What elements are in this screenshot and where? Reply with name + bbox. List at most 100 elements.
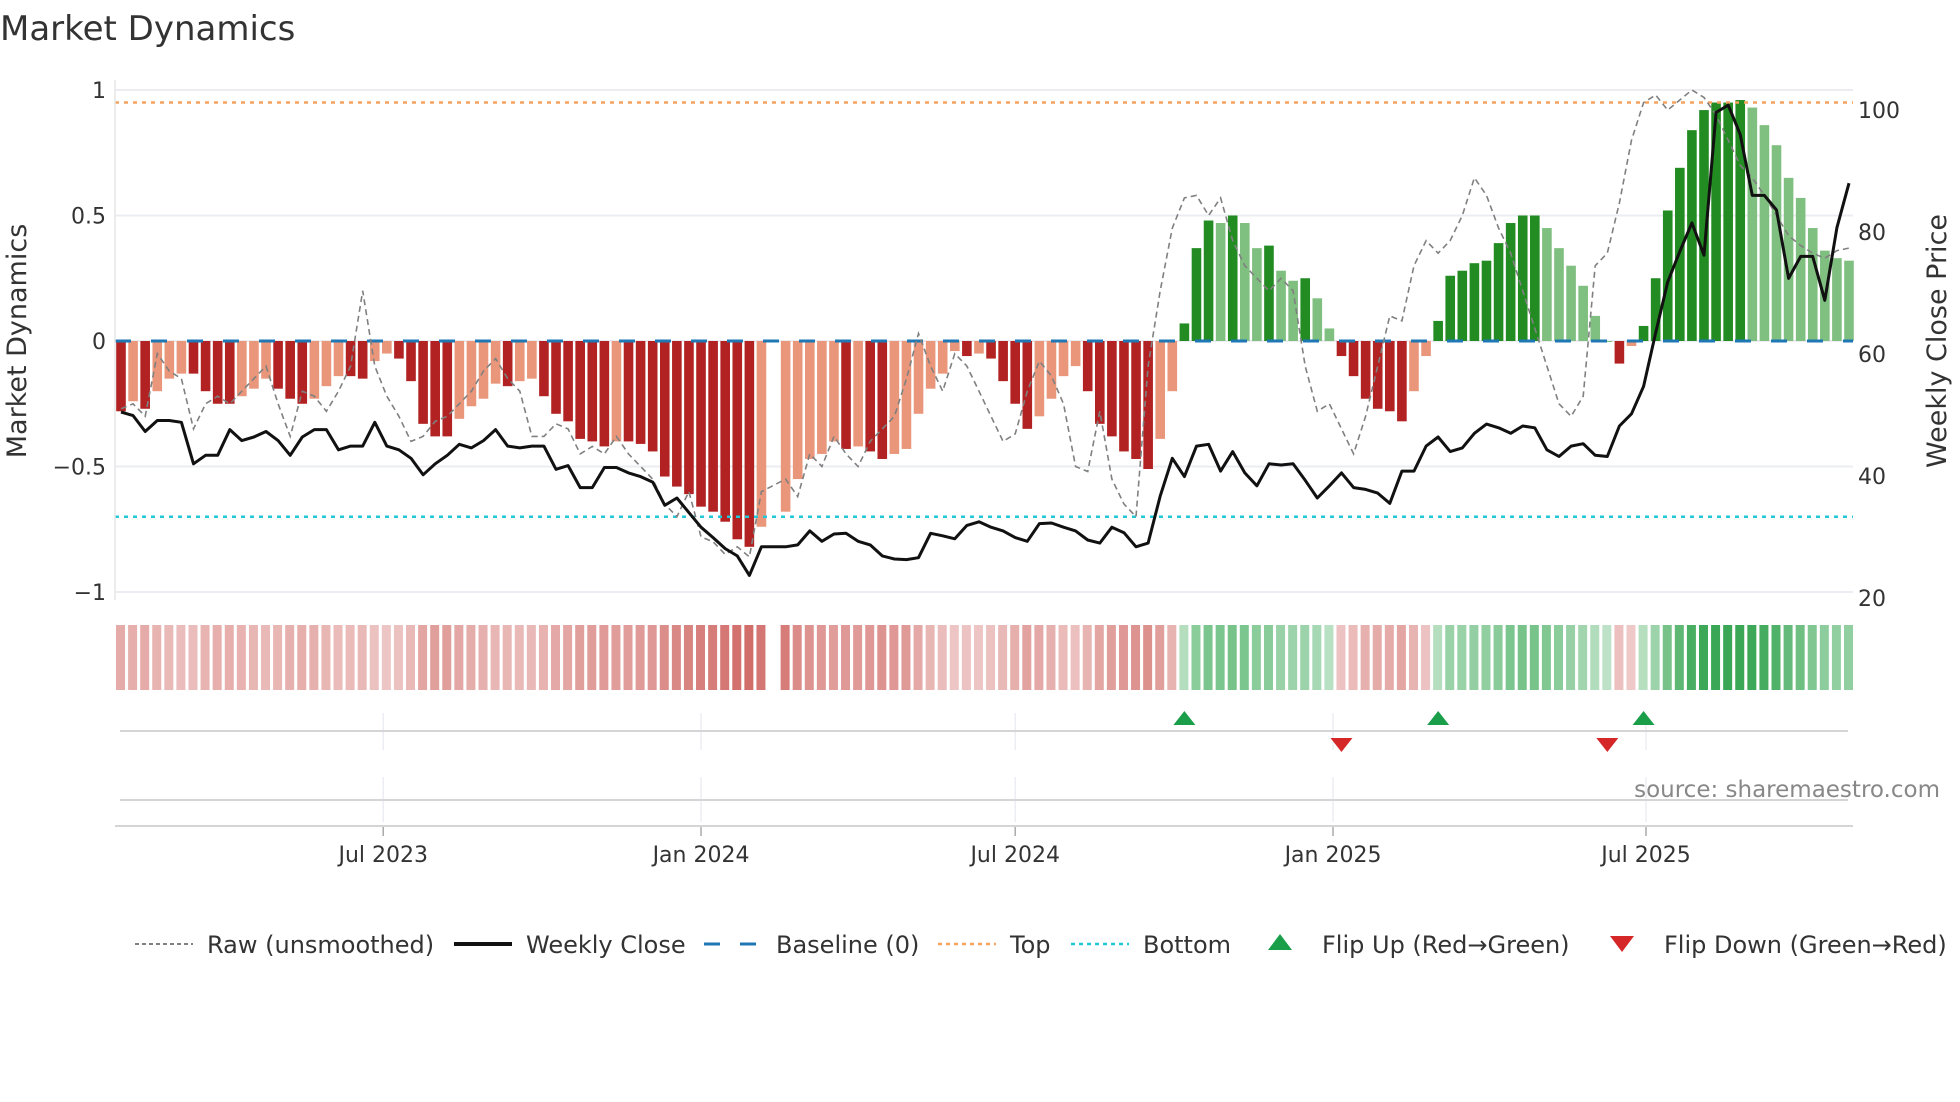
heat-cell (1747, 625, 1757, 690)
heat-cell (1469, 625, 1479, 690)
heat-cell (1179, 625, 1189, 690)
heat-cell (1831, 625, 1841, 690)
momentum-bar (962, 341, 972, 357)
y2-tick-label: 100 (1858, 99, 1900, 124)
y-tick-label: 0 (92, 330, 106, 355)
momentum-bar (1759, 125, 1770, 341)
heat-cell (1541, 625, 1551, 690)
heat-cell (1566, 625, 1576, 690)
heat-cell (1807, 625, 1817, 690)
momentum-bar (1530, 215, 1540, 341)
heat-cell (1638, 625, 1648, 690)
heat-cell (1602, 625, 1612, 690)
y-tick-label: 1 (92, 79, 106, 104)
momentum-bar (1421, 341, 1431, 357)
heat-cell (647, 625, 657, 690)
heat-cell (1372, 625, 1382, 690)
y2-axis-title: Weekly Close Price (1922, 214, 1953, 468)
momentum-bar (708, 341, 718, 512)
momentum-bar (1082, 341, 1093, 392)
momentum-bar (1832, 258, 1842, 341)
momentum-bar (817, 341, 827, 454)
flip-down-marker (1330, 738, 1353, 752)
heat-cell (1082, 625, 1092, 690)
momentum-bar (249, 341, 259, 389)
momentum-bar (1566, 265, 1576, 341)
momentum-bar (1070, 341, 1081, 367)
heat-cell (1348, 625, 1358, 690)
heat-cell (1783, 625, 1793, 690)
heat-cell (1711, 625, 1721, 690)
y-tick-label: −1 (74, 581, 106, 606)
legend-label-flipup: Flip Up (Red→Green) (1322, 931, 1570, 959)
momentum-bar (309, 341, 320, 399)
momentum-bar (1505, 223, 1516, 341)
momentum-bar (792, 341, 803, 480)
heat-cell (1046, 625, 1056, 690)
momentum-bar (490, 341, 501, 384)
heat-cell (1662, 625, 1672, 690)
momentum-bar (224, 341, 235, 404)
momentum-bar (502, 341, 513, 387)
momentum-bar (1542, 228, 1552, 341)
heat-cell (1686, 625, 1696, 690)
heat-cell (877, 625, 887, 690)
momentum-bar (563, 341, 573, 422)
momentum-bars (116, 100, 1854, 547)
x-tick-label: Jan 2024 (651, 843, 750, 868)
heat-cell (732, 625, 742, 690)
heat-cell (1070, 625, 1080, 690)
heat-cell (1421, 625, 1431, 690)
heat-cell (200, 625, 210, 690)
momentum-bar (841, 341, 851, 449)
momentum-bar (514, 341, 525, 382)
momentum-bar (949, 341, 960, 352)
heat-cell (889, 625, 899, 690)
momentum-bar (865, 341, 876, 452)
momentum-bar (382, 341, 392, 354)
legend-label-raw: Raw (unsmoothed) (207, 931, 434, 959)
heat-cell (164, 625, 174, 690)
momentum-bar (478, 341, 489, 399)
heat-cell (273, 625, 283, 690)
heat-cell (599, 625, 609, 690)
heat-cell (1191, 625, 1201, 690)
heat-cell (224, 625, 234, 690)
legend-label-bottom: Bottom (1143, 931, 1231, 959)
market-dynamics-chart: Market Dynamics 1 0.5 0 −0.5 −1 100 80 60 40 20 Ju… (0, 9, 1953, 959)
heat-cell (1481, 625, 1491, 690)
heat-cell (152, 625, 162, 690)
heat-cell (297, 625, 307, 690)
chart-title: Market Dynamics (0, 9, 295, 49)
heat-cell (804, 625, 814, 690)
momentum-bar (1409, 341, 1419, 392)
momentum-bar (925, 341, 936, 389)
heat-cell (635, 625, 645, 690)
momentum-bar (1034, 341, 1045, 417)
heat-cell (333, 625, 343, 690)
momentum-bar (1046, 341, 1057, 399)
momentum-bar (1771, 145, 1782, 341)
heat-cell (1022, 625, 1032, 690)
y-tick-label: −0.5 (53, 456, 106, 481)
momentum-bar (418, 341, 428, 424)
heat-cell (683, 625, 693, 690)
momentum-bar (116, 341, 126, 412)
heat-cell (720, 625, 730, 690)
momentum-bar (1433, 320, 1443, 341)
heat-cell (418, 625, 428, 690)
momentum-bar (1058, 341, 1069, 377)
heat-cell (212, 625, 222, 690)
momentum-bar (1240, 223, 1250, 341)
heat-cell (551, 625, 561, 690)
heat-cell (1590, 625, 1600, 690)
heat-cell (140, 625, 150, 690)
momentum-bar (152, 341, 163, 392)
heat-cell (1227, 625, 1237, 690)
momentum-bar (1324, 328, 1335, 341)
heat-cell (913, 625, 923, 690)
source-credit: source: sharemaestro.com (1634, 777, 1940, 803)
momentum-bar (176, 341, 187, 374)
heat-strip (116, 625, 1853, 690)
momentum-bar (273, 341, 283, 389)
